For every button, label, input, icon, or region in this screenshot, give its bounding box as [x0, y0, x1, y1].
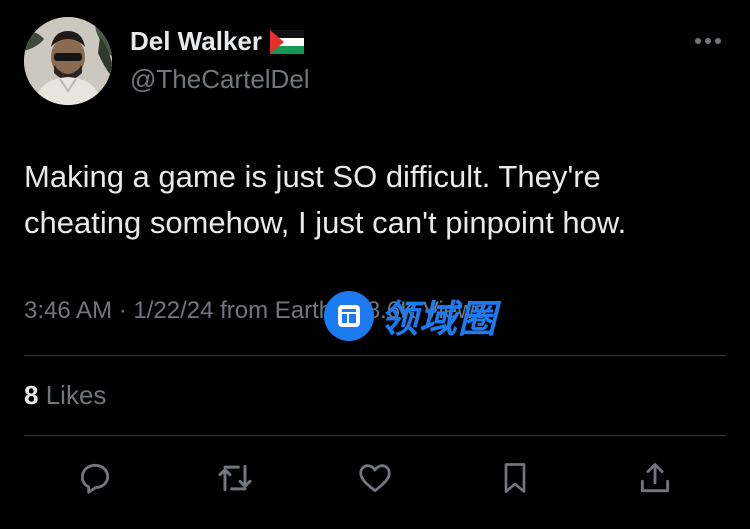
tweet-text-line: Making a game is just SO difficult. They… — [24, 159, 601, 194]
bookmark-icon[interactable] — [492, 455, 538, 501]
avatar[interactable] — [24, 17, 112, 105]
share-icon[interactable] — [632, 455, 678, 501]
author-display-name[interactable]: Del Walker — [130, 26, 262, 57]
divider — [24, 355, 726, 356]
tweet-text: Making a game is just SO difficult. They… — [24, 154, 724, 246]
tweet-text-line: cheating somehow, I just can't pinpoint … — [24, 205, 627, 240]
like-icon[interactable] — [352, 455, 398, 501]
watermark-logo-icon — [324, 290, 374, 341]
reply-icon[interactable] — [72, 455, 118, 501]
likes-link[interactable]: 8 Likes — [24, 380, 106, 411]
author-handle[interactable]: @TheCartelDel — [130, 64, 310, 95]
watermark-text: 领域圈 — [380, 299, 498, 341]
more-options-icon[interactable] — [690, 28, 726, 54]
palestine-flag-icon — [269, 29, 304, 54]
likes-count: 8 — [24, 380, 39, 410]
likes-label: Likes — [45, 380, 107, 410]
watermark: 领域圈 — [324, 288, 497, 343]
author-name[interactable]: Del Walker — [130, 26, 304, 57]
retweet-icon[interactable] — [212, 455, 258, 501]
action-bar — [0, 455, 750, 501]
divider — [24, 435, 726, 436]
